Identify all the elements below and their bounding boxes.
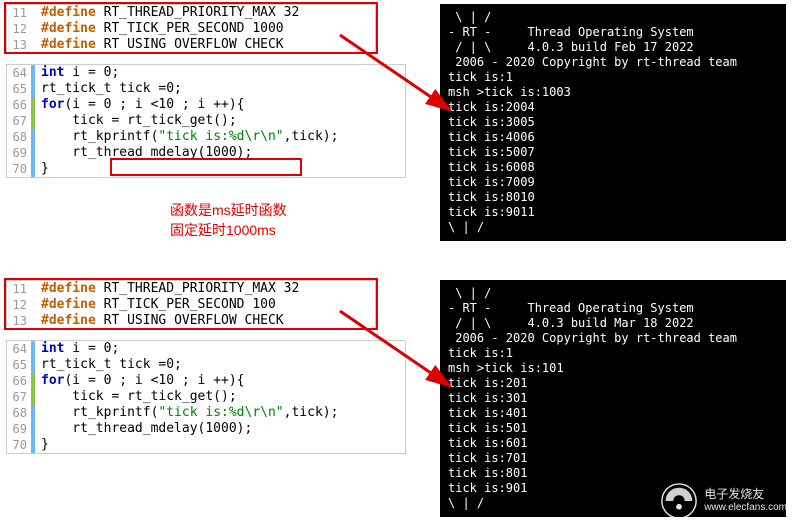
- elecfans-logo-icon: [660, 482, 698, 520]
- terminal-line: tick is:6008: [448, 160, 778, 175]
- terminal-line: tick is:201: [448, 376, 778, 391]
- red-box-bottom-defines: [4, 278, 378, 330]
- terminal-line: / | \ 4.0.3 build Feb 17 2022: [448, 40, 778, 55]
- terminal-line: \ | /: [448, 220, 778, 235]
- terminal-line: tick is:2004: [448, 100, 778, 115]
- terminal-line: tick is:701: [448, 451, 778, 466]
- terminal-line: tick is:401: [448, 406, 778, 421]
- terminal-line: tick is:801: [448, 466, 778, 481]
- terminal-line: - RT - Thread Operating System: [448, 301, 778, 316]
- terminal-line: \ | /: [448, 10, 778, 25]
- terminal-line: tick is:301: [448, 391, 778, 406]
- watermark-title: 电子发烧友: [704, 487, 787, 501]
- terminal-line: - RT - Thread Operating System: [448, 25, 778, 40]
- terminal-line: msh >tick is:1003: [448, 85, 778, 100]
- terminal-line: tick is:501: [448, 421, 778, 436]
- terminal-line: 2006 - 2020 Copyright by rt-thread team: [448, 55, 778, 70]
- annotation-1: 函数是ms延时函数: [170, 200, 287, 220]
- terminal-line: \ | /: [448, 286, 778, 301]
- terminal-line: tick is:5007: [448, 145, 778, 160]
- watermark: 电子发烧友 www.elecfans.com: [660, 482, 787, 520]
- terminal-line: msh >tick is:101: [448, 361, 778, 376]
- terminal-line: tick is:601: [448, 436, 778, 451]
- code-line: 69 rt_thread_mdelay(1000);: [7, 421, 405, 437]
- red-box-mdelay: [110, 158, 302, 176]
- terminal-line: / | \ 4.0.3 build Mar 18 2022: [448, 316, 778, 331]
- terminal-line: tick is:4006: [448, 130, 778, 145]
- top-terminal: \ | /- RT - Thread Operating System / | …: [440, 4, 786, 241]
- red-box-top-defines: [4, 2, 378, 54]
- terminal-line: 2006 - 2020 Copyright by rt-thread team: [448, 331, 778, 346]
- terminal-line: tick is:9011: [448, 205, 778, 220]
- terminal-line: tick is:7009: [448, 175, 778, 190]
- code-line: 70}: [7, 437, 405, 453]
- arrow-bottom: [330, 296, 470, 416]
- terminal-line: tick is:1: [448, 346, 778, 361]
- terminal-line: tick is:8010: [448, 190, 778, 205]
- watermark-url: www.elecfans.com: [704, 501, 787, 515]
- annotation-2: 固定延时1000ms: [170, 220, 276, 240]
- arrow-top: [330, 20, 470, 140]
- terminal-line: tick is:3005: [448, 115, 778, 130]
- terminal-line: tick is:1: [448, 70, 778, 85]
